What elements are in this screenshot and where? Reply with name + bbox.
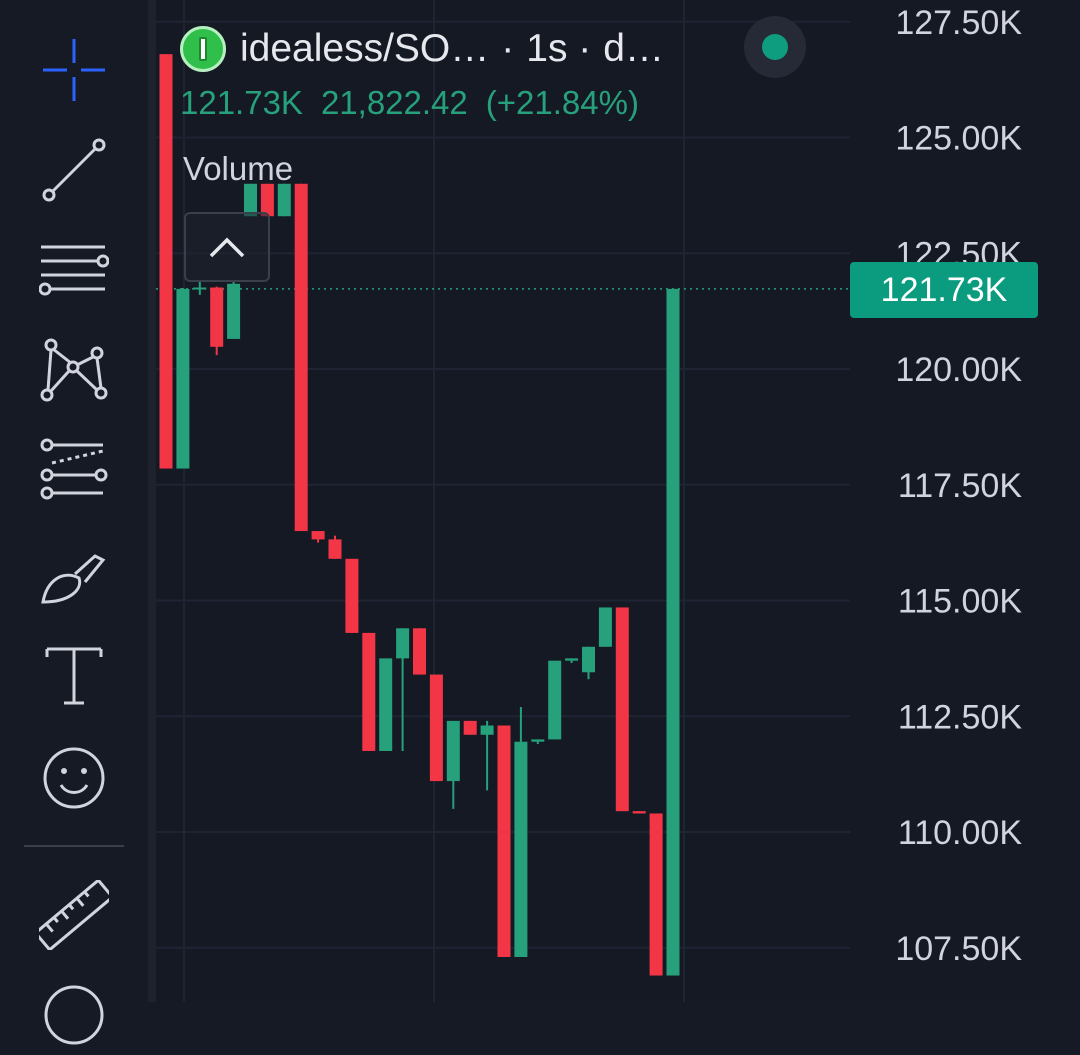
candle-body-up [548, 660, 562, 740]
legend-symbol-row[interactable]: idealess/SO… · 1s · d… [180, 16, 840, 78]
legend-change-pct: (+21.84%) [485, 84, 639, 121]
price-axis-label: 110.00K [898, 814, 1022, 852]
horizontal-lines-icon [39, 245, 109, 296]
candle-body-down [362, 632, 376, 751]
candle-body-up [379, 658, 393, 751]
exchange-label: d… [603, 27, 664, 70]
brush-tool[interactable] [24, 535, 124, 615]
candle-body-down [429, 674, 443, 782]
text-tool-icon [45, 647, 103, 705]
chart-pane[interactable]: 127.50K 125.00K 122.50K 120.00K 117.50K 115.0… [156, 0, 1080, 1002]
candle-body-up [176, 288, 190, 469]
legend-last-price: 121.73K [180, 84, 303, 121]
market-status[interactable] [744, 16, 806, 78]
legend-values-row: 121.73K 21,822.42 (+21.84%) [180, 84, 840, 122]
text-tool[interactable] [24, 636, 124, 716]
emoji-icon [43, 747, 105, 809]
candle-body-down [294, 183, 308, 532]
market-status-dot-icon [762, 34, 788, 60]
candle-body-down [328, 539, 342, 559]
fib-retracement-icon [40, 438, 108, 500]
candle-body-up [598, 607, 612, 647]
ruler-icon [39, 880, 109, 950]
candle-body-down [311, 531, 325, 540]
chart-legend: idealess/SO… · 1s · d… 121.73K 21,822.42… [180, 16, 840, 122]
volume-indicator-label[interactable]: Volume [183, 150, 293, 188]
candle-body-down [159, 54, 173, 469]
last-price-badge: 121.73K [850, 262, 1038, 318]
interval-label[interactable]: 1s · [526, 27, 591, 71]
collapse-legend-button[interactable] [184, 212, 270, 282]
candle-body-down [413, 628, 426, 675]
symbol-logo-icon [180, 26, 226, 72]
candle-body-down [615, 607, 629, 812]
candle-body-up [480, 725, 494, 735]
crosshair-tool[interactable] [24, 30, 124, 110]
candle-body-up [582, 646, 595, 673]
candlestick-chart[interactable]: 127.50K125.00K122.50K120.00K117.50K115.0… [156, 0, 1080, 1002]
drawing-toolbar [0, 0, 148, 1045]
emoji-tool[interactable] [24, 738, 124, 818]
candle-body-up [565, 658, 579, 661]
candle-body-down [649, 813, 663, 976]
chevron-up-icon [209, 237, 245, 258]
legend-separator: · [501, 27, 515, 70]
candle-body-up [193, 287, 207, 290]
brush-icon [41, 554, 106, 604]
toolbar-edge [148, 0, 156, 1002]
candle-body-down [463, 720, 477, 735]
price-axis-label: 127.50K [895, 4, 1022, 42]
candle-body-up [446, 720, 460, 782]
pattern-icon [40, 338, 108, 402]
price-axis-label: 115.00K [898, 583, 1022, 621]
symbol-name[interactable]: idealess/SO… [240, 27, 489, 71]
candle-body-down [210, 287, 224, 347]
price-axis-label: 107.50K [895, 930, 1022, 968]
price-axis-label: 125.00K [895, 120, 1022, 158]
trend-line-tool[interactable] [24, 130, 124, 210]
candle-body-up [227, 283, 241, 339]
candle-body-up [277, 183, 291, 217]
legend-change: 21,822.42 [320, 84, 468, 121]
candle-body-up [666, 288, 680, 976]
toolbar-divider [24, 845, 124, 847]
price-axis-label: 117.50K [898, 467, 1022, 505]
candle-body-down [497, 725, 511, 958]
price-axis-label: 120.00K [895, 351, 1022, 389]
pattern-tool[interactable] [24, 330, 124, 410]
candle-body-up [396, 628, 410, 659]
horizontal-lines-tool[interactable] [24, 230, 124, 310]
candle-body-down [632, 811, 646, 814]
ruler-tool[interactable] [24, 875, 124, 955]
circle-icon [44, 985, 104, 1045]
crosshair-icon [43, 39, 105, 101]
trend-line-icon [42, 138, 106, 202]
fib-retracement-tool[interactable] [24, 430, 124, 510]
candle-body-up [514, 741, 528, 958]
candle-body-up [531, 739, 545, 742]
candle-body-down [345, 558, 359, 633]
price-axis-label: 112.50K [898, 698, 1022, 736]
more-tool[interactable] [24, 975, 124, 1055]
